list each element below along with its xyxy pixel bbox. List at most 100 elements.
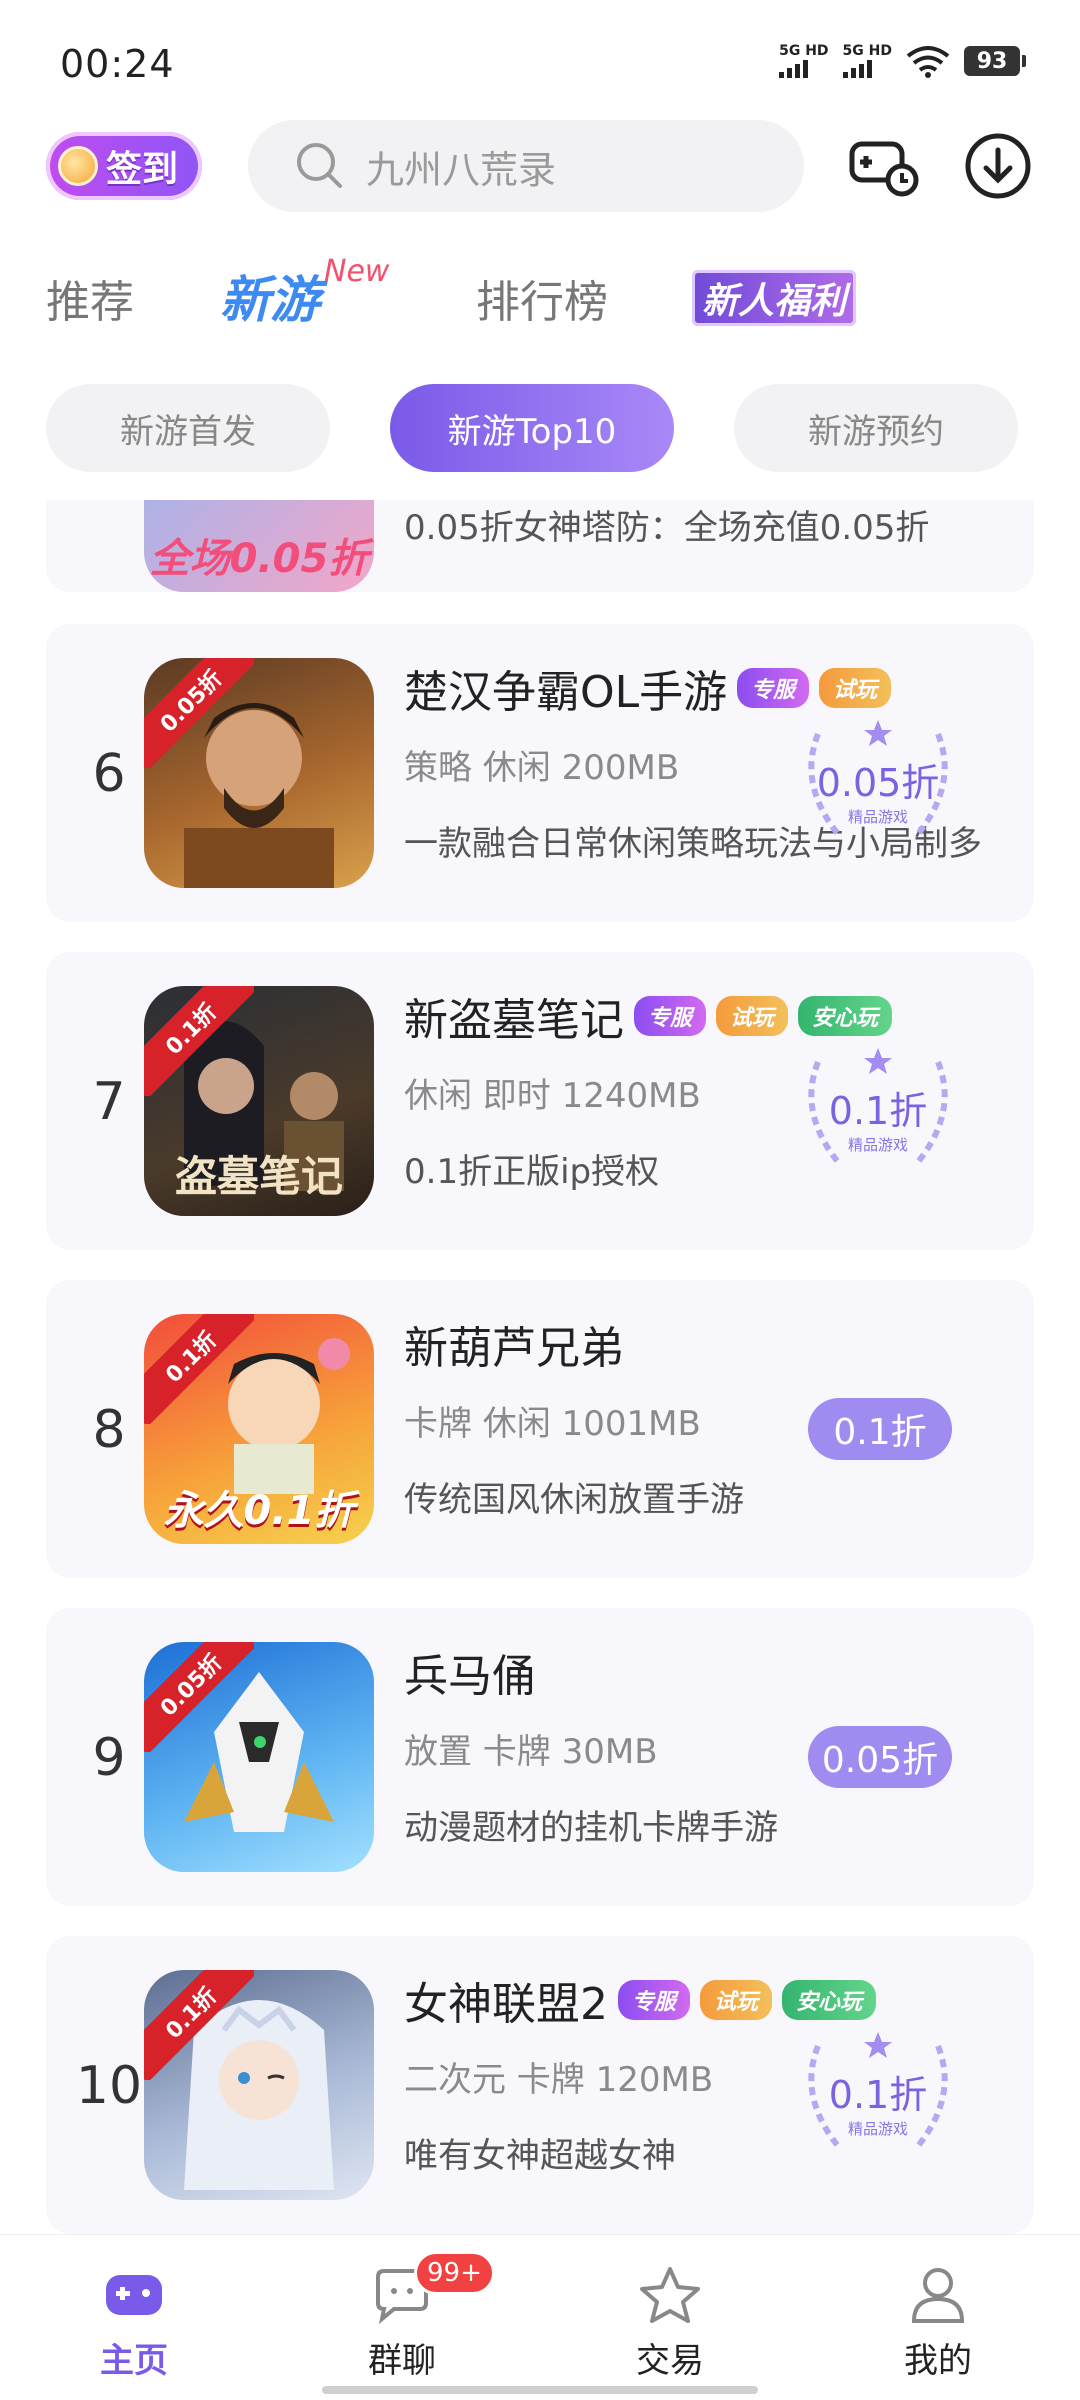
game-meta: 二次元 卡牌 120MB [404, 2060, 714, 2100]
user-icon [911, 2268, 965, 2323]
status-time: 00:24 [60, 42, 175, 86]
discount-laurel: 0.1折 精品游戏 [788, 1042, 968, 1172]
rank-number: 6 [92, 744, 126, 804]
discount-corner: 0.1折 [144, 1970, 254, 2080]
discount-caption: 精品游戏 [847, 1136, 908, 1154]
nav-home[interactable]: 主页 [34, 2265, 234, 2382]
subtab-new-launch[interactable]: 新游首发 [46, 384, 330, 472]
subtab-top10[interactable]: 新游Top10 [390, 384, 674, 472]
discount-value: 0.1折 [828, 1089, 928, 1133]
nav-group-chat-label: 群聊 [368, 2341, 436, 2381]
game-icon: 盗墓笔记 0.1折 [144, 986, 374, 1216]
rank-number: 9 [92, 1728, 126, 1788]
game-desc: 动漫题材的挂机卡牌手游 [404, 1808, 778, 1848]
tag-trial: 试玩 [700, 1980, 773, 2020]
download-icon[interactable] [960, 128, 1036, 204]
discount-caption: 精品游戏 [847, 2120, 908, 2138]
discount-caption: 精品游戏 [847, 808, 908, 826]
list-item[interactable]: 7 盗墓笔记 0.1折 新盗墓笔记 专服 试玩 安心玩 休闲 即时 1240MB… [46, 952, 1034, 1250]
list-item[interactable]: 全场0.05折 0.05折女神塔防：全场充值0.05折 [46, 500, 1034, 592]
tag-exclusive-server: 专服 [634, 996, 707, 1036]
discount-value: 0.05折 [816, 761, 940, 805]
gamepad-icon [106, 2275, 162, 2315]
game-icon: 0.05折 [144, 1642, 374, 1872]
battery-icon: 93 [964, 46, 1026, 76]
tag-exclusive-server: 专服 [737, 668, 810, 708]
discount-pill: 0.05折 [808, 1726, 952, 1788]
tab-recommend[interactable]: 推荐 [46, 266, 134, 330]
game-meta: 卡牌 休闲 1001MB [404, 1404, 701, 1444]
search-placeholder: 九州八荒录 [366, 147, 557, 192]
list-item[interactable]: 9 0.05折 兵马俑 放置 卡牌 30MB 动漫题材的挂机卡牌手游 0.05折 [46, 1608, 1034, 1906]
wifi-icon [906, 46, 950, 78]
discount-laurel: 0.1折 精品游戏 [788, 2026, 968, 2156]
unread-badge: 99+ [414, 2251, 495, 2295]
tab-ranking[interactable]: 排行榜 [476, 266, 608, 330]
rank-number: 10 [75, 2056, 143, 2116]
tab-newbie-welfare[interactable]: 新人福利 [692, 270, 857, 326]
game-icon: 0.1折 [144, 1970, 374, 2200]
game-history-icon[interactable] [846, 128, 922, 204]
game-icon: 永久0.1折 0.1折 [144, 1314, 374, 1544]
new-badge: New [324, 254, 390, 290]
nav-mine[interactable]: 我的 [838, 2265, 1038, 2382]
game-icon: 0.05折 [144, 658, 374, 888]
discount-value: 0.1折 [828, 2073, 928, 2117]
game-desc: 0.05折女神塔防：全场充值0.05折 [404, 508, 930, 548]
coin-icon [58, 146, 98, 186]
tag-worry-free: 安心玩 [798, 996, 893, 1036]
signal-icon: 5G HD [842, 43, 892, 78]
game-desc: 传统国风休闲放置手游 [404, 1480, 744, 1520]
subtab-reservation[interactable]: 新游预约 [734, 384, 1018, 472]
nav-home-label: 主页 [100, 2341, 168, 2381]
list-item[interactable]: 10 0.1折 女神联盟2 专服 试玩 安心玩 二次元 卡牌 120MB 唯有女… [46, 1936, 1034, 2234]
main-tabs: 推荐 新游 New 排行榜 新人福利 [46, 254, 1046, 332]
nav-mine-label: 我的 [904, 2341, 972, 2381]
checkin-button[interactable]: 签到 [46, 132, 202, 200]
game-icon: 全场0.05折 [144, 500, 374, 592]
nav-group-chat[interactable]: 99+ 群聊 [302, 2251, 502, 2382]
search-icon [297, 143, 342, 188]
game-title: 兵马俑 [404, 1651, 536, 1702]
signal-label: 5G HD [779, 43, 829, 59]
tab-new-games[interactable]: 新游 New [220, 254, 389, 332]
home-indicator [322, 2386, 758, 2394]
rank-number: 8 [92, 1400, 126, 1460]
game-name: 楚汉争霸OL手游 专服 试玩 [404, 656, 892, 720]
discount-laurel: 0.05折 精品游戏 [788, 714, 968, 844]
signal-label: 5G HD [842, 43, 892, 59]
signal-icon: 5G HD [779, 43, 829, 78]
star-icon [640, 2267, 700, 2323]
discount-corner: 0.1折 [144, 986, 254, 1096]
tag-trial: 试玩 [716, 996, 789, 1036]
game-title: 女神联盟2 [404, 1979, 608, 2030]
game-name: 新葫芦兄弟 [404, 1312, 624, 1376]
list-item[interactable]: 8 永久0.1折 0.1折 新葫芦兄弟 卡牌 休闲 1001MB 传统国风休闲放… [46, 1280, 1034, 1578]
discount-pill: 0.1折 [808, 1398, 952, 1460]
game-title: 楚汉争霸OL手游 [404, 667, 728, 718]
nav-trade-label: 交易 [636, 2341, 704, 2381]
discount-corner: 0.05折 [144, 1642, 254, 1752]
bottom-nav: 主页 99+ 群聊 交易 我的 [0, 2234, 1080, 2400]
nav-trade[interactable]: 交易 [570, 2265, 770, 2382]
status-bar: 00:24 5G HD 5G HD 93 [0, 0, 1080, 120]
status-icons: 5G HD 5G HD 93 [779, 43, 1026, 78]
icon-caption: 永久0.1折 [163, 1488, 355, 1534]
tag-worry-free: 安心玩 [782, 1980, 877, 2020]
game-list: 全场0.05折 0.05折女神塔防：全场充值0.05折 6 0.05折 楚汉争霸… [0, 500, 1080, 2234]
icon-caption: 全场0.05折 [149, 536, 369, 582]
game-meta: 策略 休闲 200MB [404, 748, 680, 788]
checkin-label: 签到 [106, 149, 179, 190]
game-name: 新盗墓笔记 专服 试玩 安心玩 [404, 984, 893, 1048]
tag-exclusive-server: 专服 [618, 1980, 691, 2020]
icon-caption: 盗墓笔记 [174, 1152, 343, 1201]
tag-trial: 试玩 [819, 668, 892, 708]
rank-number: 7 [92, 1072, 126, 1132]
search-bar[interactable]: 九州八荒录 [248, 120, 804, 212]
game-meta: 放置 卡牌 30MB [404, 1732, 658, 1772]
game-title: 新盗墓笔记 [404, 995, 624, 1046]
tab-new-games-label: 新游 [220, 271, 320, 329]
list-item[interactable]: 6 0.05折 楚汉争霸OL手游 专服 试玩 策略 休闲 200MB 一款融合日… [46, 624, 1034, 922]
game-name: 女神联盟2 专服 试玩 安心玩 [404, 1968, 877, 2032]
discount-corner: 0.1折 [144, 1314, 254, 1424]
